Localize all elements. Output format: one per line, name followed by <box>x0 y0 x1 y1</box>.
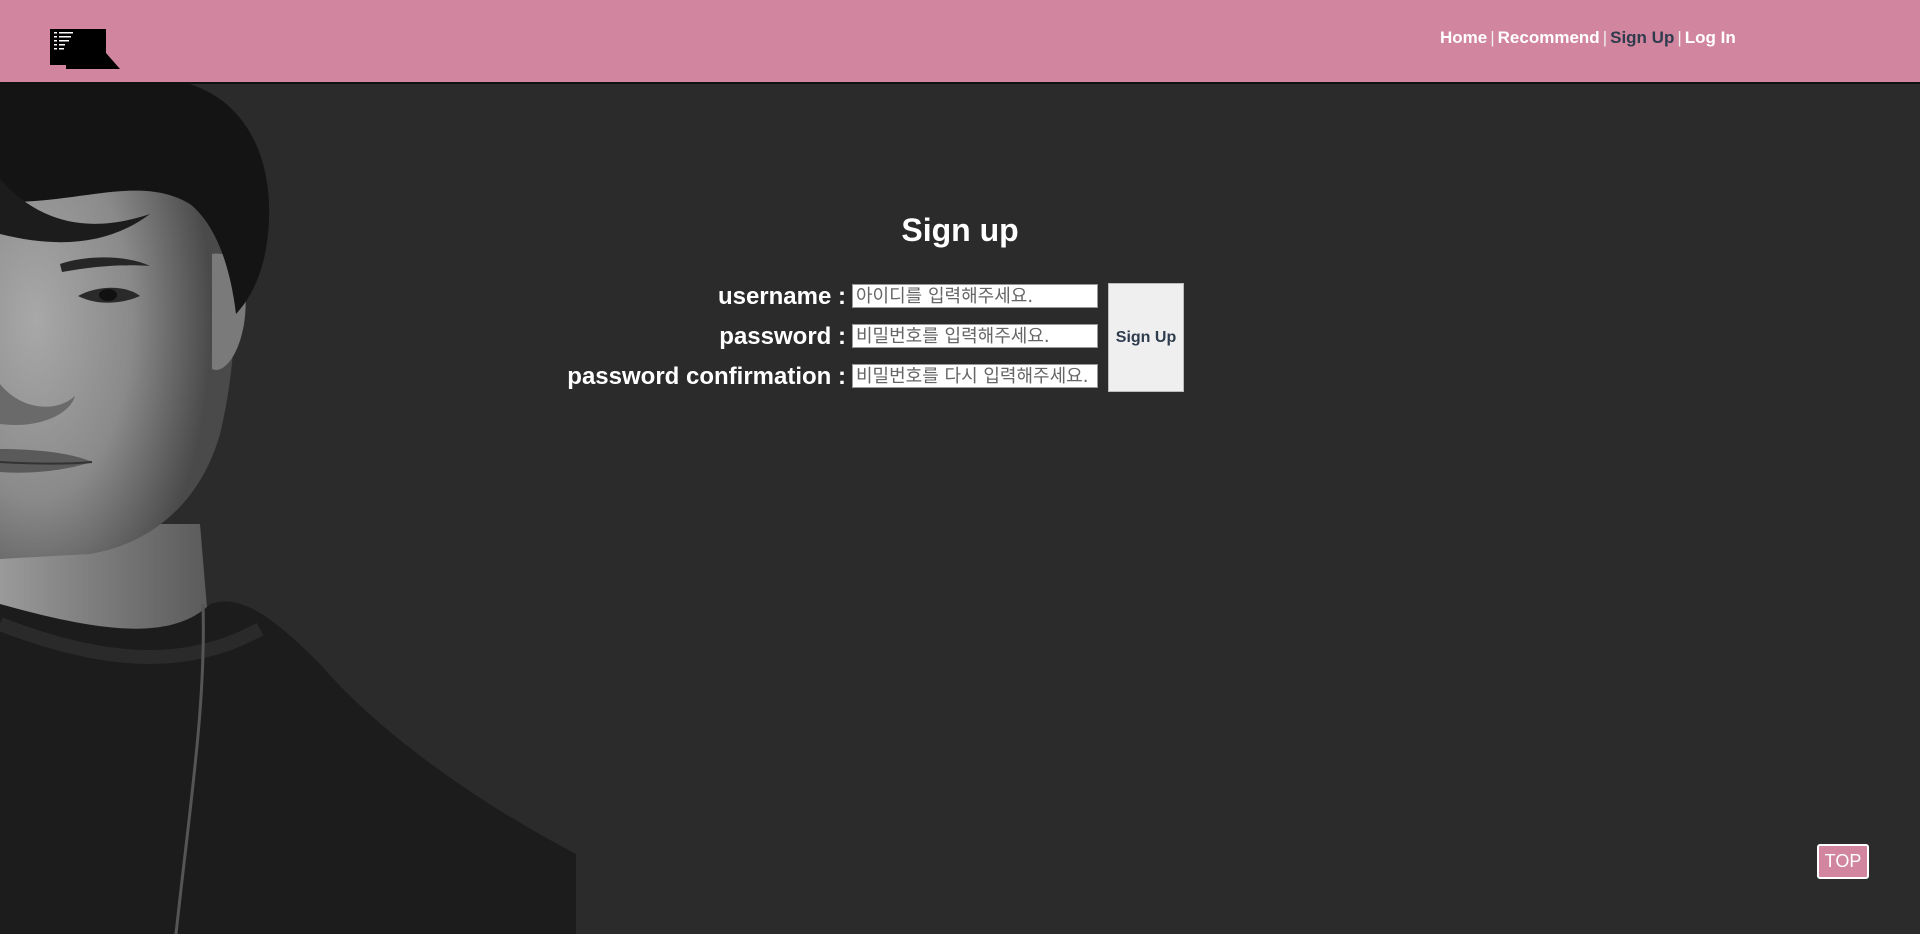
logo-icon[interactable] <box>50 29 120 69</box>
nav-login-link[interactable]: Log In <box>1685 28 1736 47</box>
page-title: Sign up <box>901 212 1019 248</box>
nav-signup-link[interactable]: Sign Up <box>1610 28 1674 47</box>
username-label: username : <box>717 283 846 310</box>
main-nav: Home | Recommend | Sign Up | Log In <box>1440 28 1736 48</box>
nav-separator: | <box>1677 28 1682 47</box>
password-input[interactable] <box>852 324 1098 348</box>
username-input[interactable] <box>852 284 1098 308</box>
site-header: Home | Recommend | Sign Up | Log In <box>0 0 1920 84</box>
nav-home-link[interactable]: Home <box>1440 28 1487 47</box>
password-label: password : <box>719 323 846 350</box>
scroll-top-button[interactable]: TOP <box>1817 844 1869 879</box>
username-row: username : <box>0 282 1098 312</box>
nav-recommend-link[interactable]: Recommend <box>1498 28 1600 47</box>
nav-separator: | <box>1602 28 1608 47</box>
password-confirm-input[interactable] <box>852 364 1098 388</box>
signup-submit-button[interactable]: Sign Up <box>1108 283 1184 392</box>
password-confirm-label: password confirmation : <box>567 363 846 390</box>
password-row: password : <box>0 322 1098 352</box>
password-confirm-row: password confirmation : <box>0 362 1098 392</box>
nav-separator: | <box>1490 28 1495 47</box>
main-content: Sign up username : password : password c… <box>0 84 1920 934</box>
